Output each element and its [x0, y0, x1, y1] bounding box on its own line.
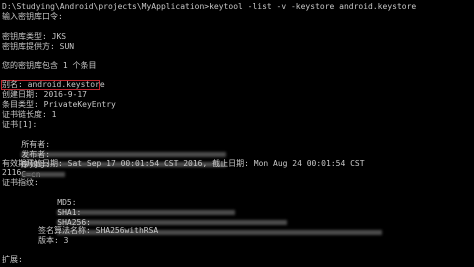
redacted-sha1	[57, 220, 288, 225]
created-date: 创建日期: 2016-9-17	[2, 90, 87, 99]
cert-index: 证书[1]:	[2, 120, 38, 129]
validity-cont: 2116	[2, 168, 22, 177]
redacted-serial	[21, 172, 66, 177]
sha256-line: SHA256:	[38, 208, 383, 235]
validity-line: 有效期开始日期: Sat Sep 17 00:01:54 CST 2016, 截…	[2, 159, 365, 168]
issuer-line: 发布者: C=cn	[2, 140, 227, 179]
entry-type: 条目类型: PrivateKeyEntry	[2, 100, 116, 109]
sha1-line: SHA1:	[38, 198, 288, 225]
extensions-label: 扩展:	[2, 255, 23, 264]
keystore-provider: 密钥库提供方: SUN	[2, 42, 75, 51]
alias-line: 别名: android.keystore	[2, 80, 105, 89]
chain-length: 证书链长度: 1	[2, 110, 57, 119]
keystore-type: 密钥库类型: JKS	[2, 32, 67, 41]
cert-version: 版本: 3	[38, 236, 69, 245]
owner-line: 所有者: C=cn	[2, 130, 227, 169]
terminal-window[interactable]: D:\Studying\Android\projects\MyApplicati…	[0, 0, 474, 267]
entry-count: 您的密钥库包含 1 个条目	[2, 61, 97, 70]
md5-line: MD5:	[38, 188, 236, 215]
command-line: D:\Studying\Android\projects\MyApplicati…	[2, 2, 417, 11]
password-prompt: 输入密钥库口令:	[2, 12, 63, 21]
fingerprint-label: 证书指纹:	[2, 178, 39, 187]
signature-algorithm: 签名算法名称: SHA256withRSA	[38, 226, 159, 235]
